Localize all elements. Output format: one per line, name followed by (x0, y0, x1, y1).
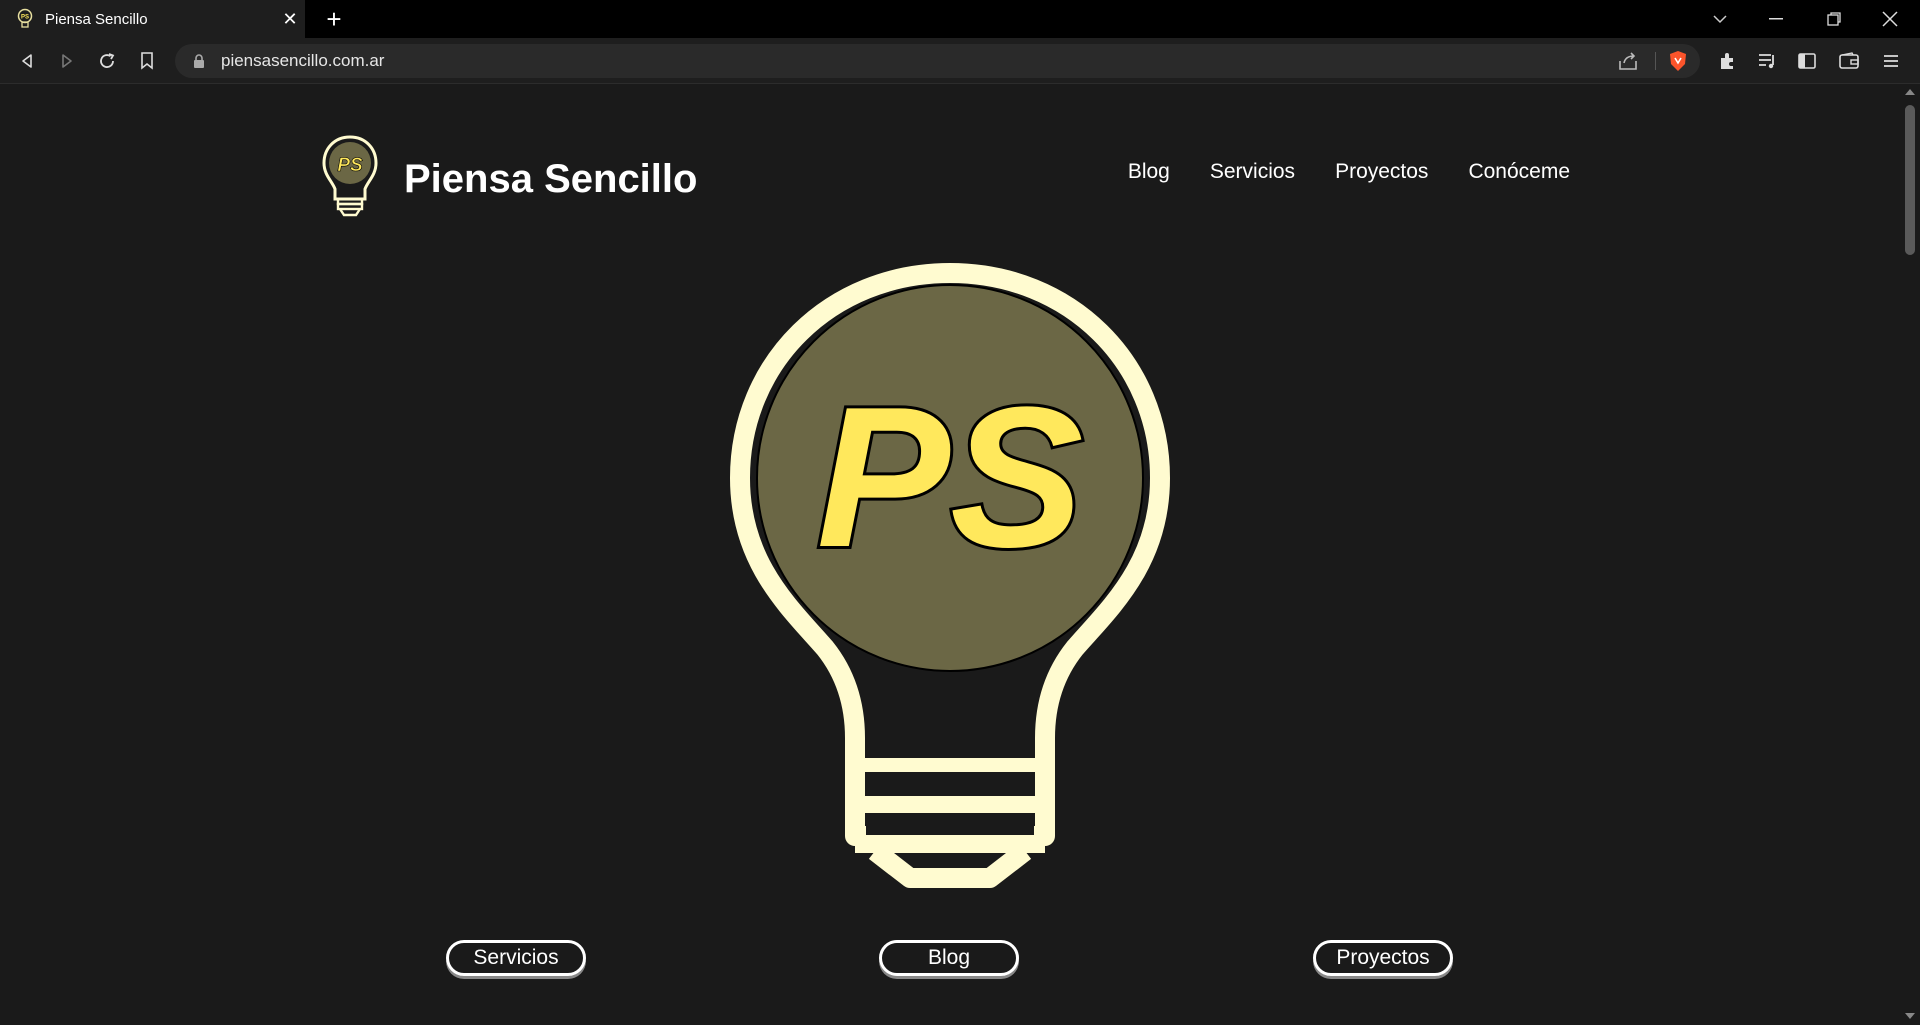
svg-text:PS: PS (21, 15, 29, 21)
tab-strip: PS Piensa Sencillo ✕ + (0, 0, 1920, 38)
blog-button[interactable]: Blog (879, 940, 1019, 976)
lock-icon (194, 54, 204, 68)
browser-tab[interactable]: PS Piensa Sencillo ✕ (0, 0, 305, 38)
reload-icon[interactable] (92, 46, 122, 76)
sidebar-icon[interactable] (1792, 46, 1822, 76)
svg-text:PS: PS (337, 155, 363, 176)
wallet-icon[interactable] (1834, 46, 1864, 76)
nav-conoceme[interactable]: Conóceme (1468, 160, 1570, 184)
scroll-up-arrow-icon[interactable] (1905, 89, 1915, 95)
browser-toolbar: piensasencillo.com.ar (0, 38, 1920, 84)
restore-icon[interactable] (1806, 0, 1862, 38)
svg-text:PS: PS (817, 366, 1084, 589)
tab-close-icon[interactable]: ✕ (275, 9, 305, 30)
share-icon[interactable] (1616, 49, 1640, 73)
site-logo-icon[interactable]: PS (320, 133, 380, 219)
nav-proyectos[interactable]: Proyectos (1335, 160, 1428, 184)
new-tab-button[interactable]: + (319, 4, 349, 34)
bookmark-icon[interactable] (132, 46, 162, 76)
address-bar[interactable]: piensasencillo.com.ar (175, 44, 1700, 78)
menu-icon[interactable] (1876, 46, 1906, 76)
lightbulb-favicon-icon: PS (17, 8, 33, 28)
tab-title: Piensa Sencillo (45, 10, 148, 28)
main-nav: Blog Servicios Proyectos Conóceme (1128, 160, 1570, 184)
tab-search-icon[interactable] (1692, 0, 1748, 38)
hero-lightbulb-image: PS (730, 263, 1170, 888)
back-icon[interactable] (12, 46, 42, 76)
minimize-icon[interactable] (1748, 0, 1804, 38)
playlist-icon[interactable] (1752, 46, 1782, 76)
extensions-icon[interactable] (1712, 46, 1742, 76)
omnibox-separator (1655, 52, 1656, 70)
nav-servicios[interactable]: Servicios (1210, 160, 1295, 184)
page-viewport: PS Piensa Sencillo Blog Servicios Proyec… (0, 85, 1900, 1025)
scroll-thumb[interactable] (1905, 105, 1915, 255)
servicios-button[interactable]: Servicios (446, 940, 586, 976)
brave-shield-icon[interactable] (1666, 49, 1690, 73)
proyectos-button[interactable]: Proyectos (1313, 940, 1453, 976)
url-text: piensasencillo.com.ar (221, 51, 385, 70)
page-scrollbar[interactable] (1900, 85, 1920, 1025)
scroll-down-arrow-icon[interactable] (1905, 1013, 1915, 1019)
site-name[interactable]: Piensa Sencillo (404, 157, 697, 202)
close-window-icon[interactable] (1862, 0, 1918, 38)
nav-blog[interactable]: Blog (1128, 160, 1170, 184)
forward-icon[interactable] (52, 46, 82, 76)
